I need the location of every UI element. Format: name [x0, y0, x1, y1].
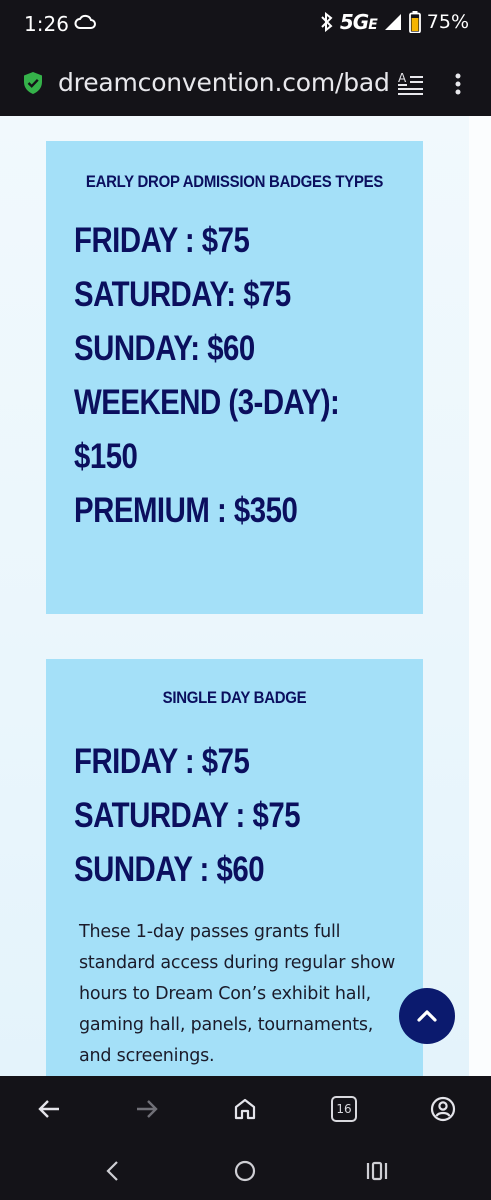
- svg-text:A: A: [398, 71, 407, 85]
- home-button[interactable]: [232, 1096, 258, 1122]
- chevron-up-icon: [417, 1010, 437, 1022]
- forward-button[interactable]: [134, 1096, 160, 1122]
- home-icon: [234, 1098, 256, 1120]
- arrow-right-icon: [137, 1100, 158, 1118]
- network-type: 5GE: [339, 10, 378, 34]
- price-line: SUNDAY: $60: [74, 329, 255, 368]
- overflow-menu-icon[interactable]: [448, 70, 468, 98]
- badge-description: These 1-day passes grants full standard …: [79, 922, 396, 1066]
- signal-icon: [384, 14, 401, 30]
- price-line: $150: [74, 437, 138, 476]
- arrow-left-icon: [38, 1100, 59, 1118]
- status-bar: 1:26 5GE 75%: [0, 0, 491, 52]
- account-button[interactable]: [430, 1096, 456, 1122]
- secure-shield-icon[interactable]: [22, 71, 44, 95]
- bluetooth-icon: [321, 12, 333, 32]
- price-line: WEEKEND (3-DAY):: [74, 383, 340, 422]
- web-page-content: EARLY DROP ADMISSION BADGES TYPES FRIDAY…: [0, 116, 491, 1076]
- reader-mode-icon[interactable]: A: [398, 70, 424, 98]
- battery-percent: 75%: [426, 11, 469, 33]
- address-bar: dreamconvention.com/badg A: [0, 52, 491, 116]
- nav-home-icon[interactable]: [234, 1160, 256, 1182]
- price-list: FRIDAY : $75 SATURDAY: $75 SUNDAY: $60 W…: [46, 214, 423, 538]
- account-icon: [430, 1096, 456, 1122]
- price-line: FRIDAY : $75: [74, 742, 250, 781]
- price-line: SUNDAY : $60: [74, 850, 265, 889]
- price-line: FRIDAY : $75: [74, 221, 250, 260]
- scroll-to-top-button[interactable]: [399, 988, 455, 1044]
- single-day-badge-card: SINGLE DAY BADGE FRIDAY : $75 SATURDAY :…: [46, 659, 423, 1076]
- page-margin: [469, 116, 491, 1076]
- back-button[interactable]: [36, 1096, 62, 1122]
- card-heading: EARLY DROP ADMISSION BADGES TYPES: [85, 172, 384, 191]
- price-line: PREMIUM : $350: [74, 491, 298, 530]
- price-line: SATURDAY: $75: [74, 275, 291, 314]
- cloud-icon: [74, 14, 96, 29]
- nav-recents-icon[interactable]: [366, 1161, 388, 1181]
- status-indicators: 5GE 75%: [320, 10, 469, 34]
- status-time: 1:26: [24, 12, 69, 36]
- tab-switcher-button[interactable]: 16: [331, 1096, 357, 1122]
- early-drop-badges-card: EARLY DROP ADMISSION BADGES TYPES FRIDAY…: [46, 141, 423, 614]
- price-list: FRIDAY : $75 SATURDAY : $75 SUNDAY : $60: [46, 735, 423, 897]
- card-heading: SINGLE DAY BADGE: [162, 688, 307, 707]
- price-line: SATURDAY : $75: [74, 796, 301, 835]
- nav-back-icon[interactable]: [104, 1160, 120, 1182]
- battery-icon: [408, 11, 421, 33]
- url-field[interactable]: dreamconvention.com/badg: [58, 68, 388, 97]
- browser-toolbar: 16: [0, 1076, 491, 1142]
- system-navigation-bar: [0, 1142, 491, 1200]
